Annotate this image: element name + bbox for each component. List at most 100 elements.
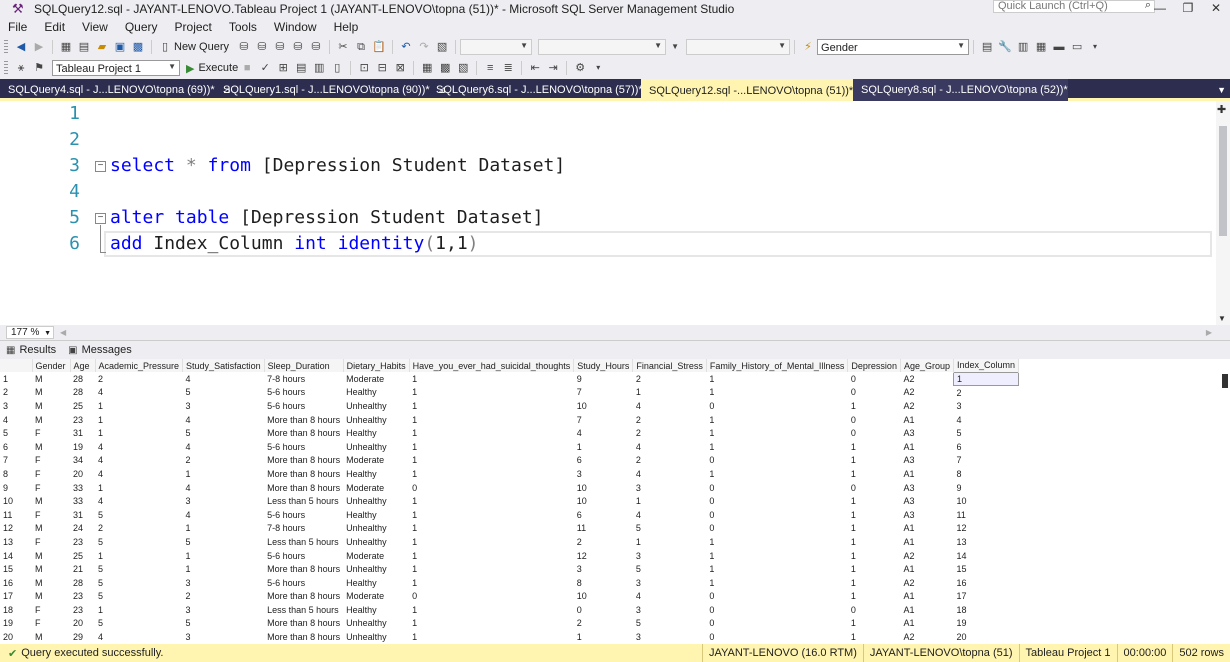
grid-cell[interactable]: 1 [409,426,574,440]
grid-cell[interactable]: 31 [70,508,95,522]
include-plan-icon[interactable]: ⊡ [356,61,372,75]
intellisense-icon[interactable]: ▥ [311,61,327,75]
grid-cell[interactable]: 19 [70,440,95,454]
tab-sqlquery4[interactable]: SQLQuery4.sql - J...LENOVO\topna (69))* ⊿ [0,79,231,101]
tab-messages[interactable]: ▣ Messages [62,344,138,356]
grid-cell[interactable]: 6 [954,440,1019,454]
grid-cell[interactable]: 20 [954,630,1019,644]
grid-cell[interactable]: 1 [409,549,574,563]
uncomment-icon[interactable]: ≣ [500,61,516,75]
column-header[interactable]: Age [70,359,96,372]
grid-cell[interactable]: 1 [409,576,574,590]
grid-cell[interactable]: 1 [848,522,901,536]
table-row[interactable]: 13 F 23 5 5 Less than 5 hours Unhealthy 1 2 1 1 1 A1… [0,535,1019,549]
grid-cell[interactable]: Unhealthy [343,413,409,427]
close-icon[interactable]: ✕ [1202,0,1230,16]
grid-cell[interactable]: 5 [95,576,183,590]
grid-cell[interactable]: 1 [183,562,265,576]
grid-cell[interactable]: 4 [633,508,707,522]
grid-cell[interactable]: 18 [954,603,1019,617]
grid-cell[interactable]: 20 [70,467,95,481]
change-connection-icon[interactable]: ⚑ [31,61,47,75]
open-file-icon[interactable]: ▰ [94,40,110,54]
grid-cell[interactable]: 2 [183,590,265,604]
grid-cell[interactable]: 13 [954,535,1019,549]
grid-cell[interactable]: 1 [848,467,901,481]
grid-cell[interactable]: A1 [900,603,953,617]
grid-cell[interactable]: 23 [70,590,95,604]
column-header[interactable]: Family_History_of_Mental_Illness [706,359,849,372]
table-row[interactable]: 2 M 28 4 5 5-6 hours Healthy 1 7 1 1 0 A2 2 [0,385,1019,400]
grid-cell[interactable]: M [32,576,70,590]
grid-cell[interactable]: 5 [633,522,707,536]
grid-cell[interactable]: 5-6 hours [264,508,343,522]
grid-cell[interactable]: 8 [574,576,633,590]
client-stats-icon[interactable]: ⊠ [392,61,408,75]
grid-cell[interactable]: F [32,467,70,481]
grid-cell[interactable]: More than 8 hours [264,426,343,440]
database-engine-query-icon[interactable]: ⛁ [236,40,252,54]
quick-launch-input[interactable]: Quick Launch (Ctrl+Q) ⌕ [993,0,1155,13]
grid-cell[interactable]: A1 [900,617,953,631]
grid-cell[interactable]: 1 [706,440,848,454]
grid-cell[interactable]: Moderate [343,549,409,563]
column-header[interactable]: Dietary_Habits [343,359,410,372]
grid-cell[interactable]: 3 [574,467,633,481]
grid-cell[interactable]: 25 [70,399,95,413]
grid-cell[interactable]: More than 8 hours [264,590,343,604]
grid-cell[interactable]: 10 [574,399,633,413]
table-row[interactable]: 7 F 34 4 2 More than 8 hours Moderate 1 6 2 0 1 A3 7 [0,453,1019,468]
grid-cell[interactable]: 3 [183,630,265,644]
menu-view[interactable]: View [82,20,108,34]
column-header[interactable]: Age_Group [900,359,955,372]
cut-icon[interactable]: ✂ [335,40,351,54]
grid-cell[interactable]: 1 [848,440,901,454]
grid-cell[interactable]: 0 [409,481,574,495]
grid-cell[interactable]: Less than 5 hours [264,603,343,617]
cancel-query-icon[interactable]: ■ [239,61,255,75]
grid-cell[interactable]: More than 8 hours [264,454,343,468]
grid-cell[interactable]: A3 [900,481,953,495]
table-row[interactable]: 8 F 20 4 1 More than 8 hours Healthy 1 3 4 1 1 A1 8 [0,467,1019,481]
grid-cell[interactable]: 7 [574,386,633,400]
grid-cell[interactable]: A1 [900,440,953,454]
platform-combo[interactable]: ▼ [538,39,667,55]
grid-cell[interactable]: 1 [706,372,848,386]
split-icon[interactable]: ✚ [1217,103,1226,116]
forward-icon[interactable]: ▶ [31,40,47,54]
grid-cell[interactable]: 33 [70,494,95,508]
menu-tools[interactable]: Tools [229,20,257,34]
grid-cell[interactable]: 4 [95,440,183,454]
grid-cell[interactable]: 1 [633,386,707,400]
grid-cell[interactable]: A1 [900,413,953,427]
specify-template-values-icon[interactable]: ⚙ [572,61,588,75]
table-row[interactable]: 14 M 25 1 1 5-6 hours Moderate 1 12 3 1 1 A2 14 [0,548,1019,563]
grid-cell[interactable]: 5 [183,617,265,631]
grid-cell[interactable]: 1 [848,576,901,590]
decrease-indent-icon[interactable]: ⇤ [527,61,543,75]
grid-cell[interactable]: 2 [633,454,707,468]
grid-cell[interactable]: 10 [574,481,633,495]
row-number[interactable]: 11 [0,507,32,522]
grid-cell[interactable]: A3 [900,426,953,440]
grid-cell[interactable]: 5-6 hours [264,549,343,563]
grid-cell[interactable]: 1 [848,494,901,508]
grid-cell[interactable]: 0 [848,481,901,495]
grid-cell[interactable]: 3 [633,549,707,563]
grid-cell[interactable]: 4 [183,481,265,495]
grid-cell[interactable]: Less than 5 hours [264,535,343,549]
dax-query-icon[interactable]: ⛁ [308,40,324,54]
grid-cell[interactable]: 33 [70,481,95,495]
row-number[interactable]: 14 [0,548,32,563]
grid-cell[interactable]: 4 [633,467,707,481]
grid-cell[interactable]: 4 [574,426,633,440]
grid-cell[interactable]: A2 [900,399,953,413]
table-row[interactable]: 17 M 23 5 2 More than 8 hours Moderate 0 10 4 0 1 A1… [0,589,1019,604]
grid-cell[interactable]: More than 8 hours [264,467,343,481]
grid-cell[interactable]: A1 [900,535,953,549]
grid-cell[interactable]: 1 [848,454,901,468]
grid-cell[interactable]: 4 [954,413,1019,427]
table-row[interactable]: 12 M 24 2 1 7-8 hours Unhealthy 1 11 5 0 1 A1 12 [0,521,1019,536]
grid-cell[interactable]: Moderate [343,481,409,495]
grid-cell[interactable]: 5-6 hours [264,386,343,400]
